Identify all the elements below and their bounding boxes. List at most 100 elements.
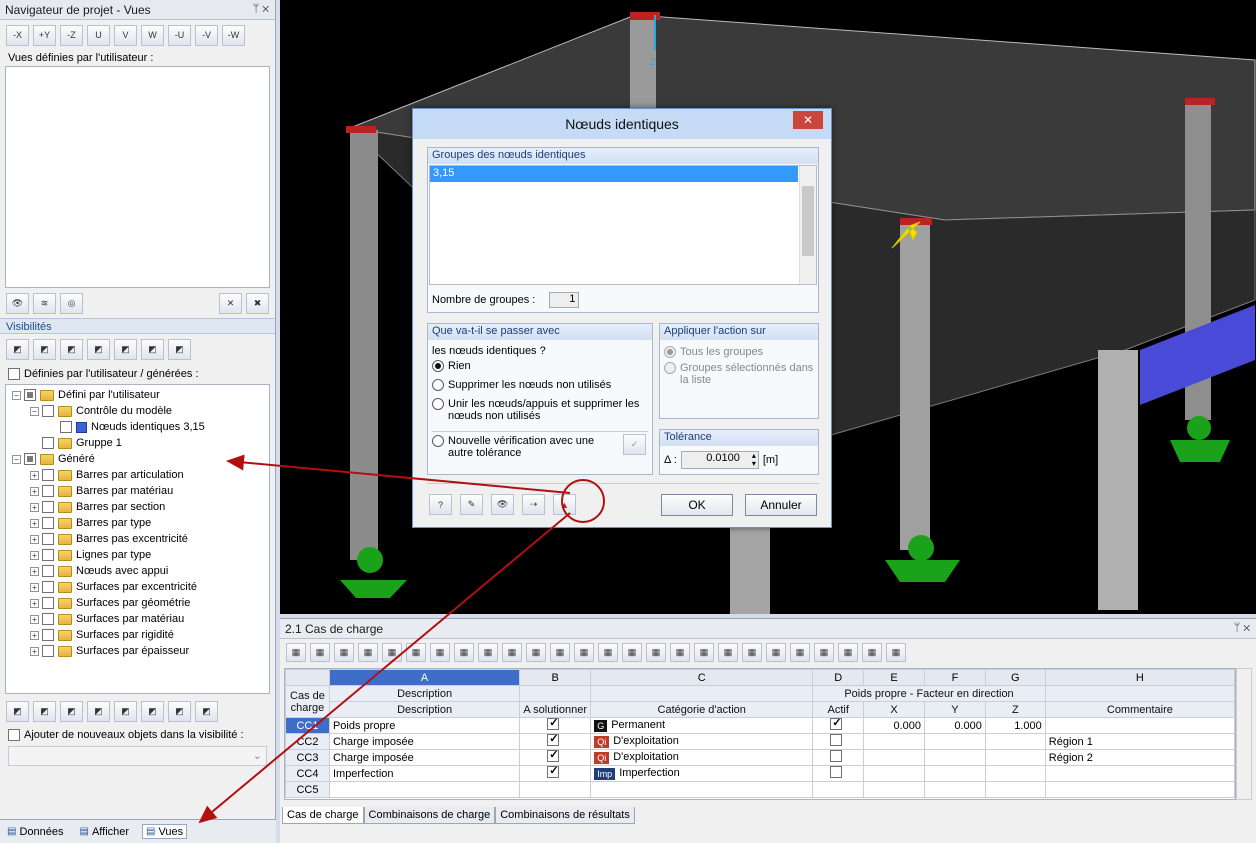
view-direction-icon[interactable]: -W (222, 24, 245, 46)
tree-item[interactable]: + Surfaces par géométrie (6, 595, 269, 611)
help-icon[interactable]: ? (429, 494, 452, 515)
solve-cell[interactable] (519, 781, 592, 798)
visibility-tool-icon[interactable]: ◩ (87, 338, 110, 360)
tree-item[interactable]: + Surfaces par rigidité (6, 627, 269, 643)
add-objects-select[interactable]: ⌄ (8, 746, 267, 766)
expand-icon[interactable]: + (30, 550, 39, 560)
column-letter[interactable]: D (812, 669, 865, 686)
tree-checkbox[interactable] (24, 389, 36, 401)
apply-all[interactable]: Tous les groupes (660, 340, 818, 360)
visibility-tool-icon[interactable]: ◩ (168, 700, 191, 722)
edit-icon[interactable]: ✎ (460, 494, 483, 515)
view-direction-icon[interactable]: W (141, 24, 164, 46)
factor-z-cell[interactable]: 1.000 (984, 717, 1046, 734)
option-recheck-radio[interactable] (432, 435, 444, 447)
tree-checkbox[interactable] (42, 565, 54, 577)
user-views-list[interactable] (5, 66, 270, 288)
table-tool-icon[interactable]: ▦ (286, 642, 306, 662)
tree-checkbox[interactable] (42, 501, 54, 513)
apply-all-radio[interactable] (664, 346, 676, 359)
tree-item[interactable]: + Barres par matériau (6, 483, 269, 499)
table-tool-icon[interactable]: ▦ (862, 642, 882, 662)
tree-checkbox[interactable] (42, 469, 54, 481)
tab-load-2[interactable]: Combinaisons de résultats (495, 807, 635, 824)
tree-checkbox[interactable] (42, 405, 54, 417)
column-letter[interactable]: F (924, 669, 986, 686)
tree-item[interactable]: + Surfaces par matériau (6, 611, 269, 627)
apply-selected-radio[interactable] (664, 362, 676, 375)
factor-z-cell[interactable] (984, 765, 1046, 782)
table-tool-icon[interactable]: ▦ (646, 642, 666, 662)
user-generated-checkbox[interactable] (8, 368, 20, 380)
tree-item[interactable]: + Barres pas excentricité (6, 531, 269, 547)
table-tool-icon[interactable]: ▦ (334, 642, 354, 662)
tree-item[interactable]: + Barres par articulation (6, 467, 269, 483)
active-checkbox[interactable] (830, 766, 843, 778)
visibility-tool-icon[interactable]: ◩ (6, 700, 29, 722)
export-icon[interactable]: ⇢ (522, 494, 545, 515)
user-generated-row[interactable]: Définies par l'utilisateur / générées : (0, 364, 275, 384)
category-cell[interactable]: Qi D'exploitation (590, 749, 814, 766)
comment-cell[interactable]: Région 2 (1044, 749, 1235, 766)
visibility-tool-icon[interactable]: ◩ (33, 700, 56, 722)
option-delete-unused[interactable]: Supprimer les nœuds non utilisés (428, 378, 652, 397)
table-tool-icon[interactable]: ▦ (574, 642, 594, 662)
visibility-tool-icon[interactable]: ◩ (114, 700, 137, 722)
visibility-tool-icon[interactable]: ◩ (33, 338, 56, 360)
tree-checkbox[interactable] (42, 485, 54, 497)
table-tool-icon[interactable]: ▦ (886, 642, 906, 662)
active-checkbox[interactable] (830, 734, 843, 746)
tab-load-1[interactable]: Combinaisons de charge (363, 807, 496, 824)
load-case-id[interactable]: CC1 (285, 717, 330, 734)
show-view-icon[interactable]: 👁 (6, 292, 29, 314)
tree-item[interactable]: − Contrôle du modèle (6, 403, 269, 419)
option-merge-radio[interactable] (432, 398, 444, 410)
solve-cell[interactable] (519, 765, 592, 782)
factor-y-cell[interactable]: 0.000 (924, 717, 986, 734)
expand-icon[interactable]: + (30, 486, 39, 496)
table-row[interactable]: CC1Poids propreGPermanent0.0000.0001.000 (285, 717, 1235, 734)
tree-checkbox[interactable] (42, 549, 54, 561)
visibility-tool-icon[interactable]: ◩ (6, 338, 29, 360)
table-tool-icon[interactable]: ▦ (382, 642, 402, 662)
solve-checkbox[interactable] (547, 718, 560, 730)
column-letter[interactable]: H (1044, 669, 1235, 686)
solve-cell[interactable] (519, 717, 592, 734)
solve-checkbox[interactable] (547, 750, 560, 762)
view-direction-icon[interactable]: +Y (33, 24, 56, 46)
table-row[interactable]: CC5 (285, 781, 1235, 798)
comment-cell[interactable] (1044, 765, 1235, 782)
factor-x-cell[interactable] (863, 749, 926, 766)
expand-icon[interactable]: + (30, 598, 39, 608)
column-letter[interactable]: G (984, 669, 1046, 686)
load-case-id[interactable]: CC5 (285, 781, 330, 798)
factor-y-cell[interactable] (924, 781, 986, 798)
table-tool-icon[interactable]: ▦ (838, 642, 858, 662)
scroll-thumb[interactable] (802, 186, 814, 256)
expand-icon[interactable]: + (30, 646, 39, 656)
tree-item[interactable]: + Lignes par type (6, 547, 269, 563)
table-scrollbar[interactable] (1236, 668, 1252, 800)
factor-z-cell[interactable] (984, 781, 1046, 798)
tree-checkbox[interactable] (24, 453, 36, 465)
comment-cell[interactable] (1044, 717, 1235, 734)
active-cell[interactable] (812, 717, 865, 734)
table-tool-icon[interactable]: ▦ (694, 642, 714, 662)
factor-y-cell[interactable] (924, 733, 986, 750)
factor-x-cell[interactable] (863, 781, 926, 798)
visibility-tool-icon[interactable]: ◩ (141, 700, 164, 722)
view-direction-icon[interactable]: -X (6, 24, 29, 46)
category-cell[interactable]: G Permanent (590, 717, 814, 734)
panel-pin-close-icon[interactable]: ᛘ ✕ (253, 3, 269, 15)
factor-y-cell[interactable] (924, 765, 986, 782)
tree-item[interactable]: Nœuds identiques 3,15 (6, 419, 269, 435)
option-none[interactable]: Rien (428, 359, 652, 378)
view-direction-icon[interactable]: U (87, 24, 110, 46)
option-merge[interactable]: Unir les nœuds/appuis et supprimer les n… (428, 397, 652, 429)
visibility-tool-icon[interactable]: ◩ (87, 700, 110, 722)
tree-checkbox[interactable] (42, 517, 54, 529)
active-checkbox[interactable] (830, 750, 843, 762)
expand-icon[interactable]: + (30, 518, 39, 528)
option-none-radio[interactable] (432, 360, 444, 373)
category-cell[interactable]: Qi D'exploitation (590, 733, 814, 750)
